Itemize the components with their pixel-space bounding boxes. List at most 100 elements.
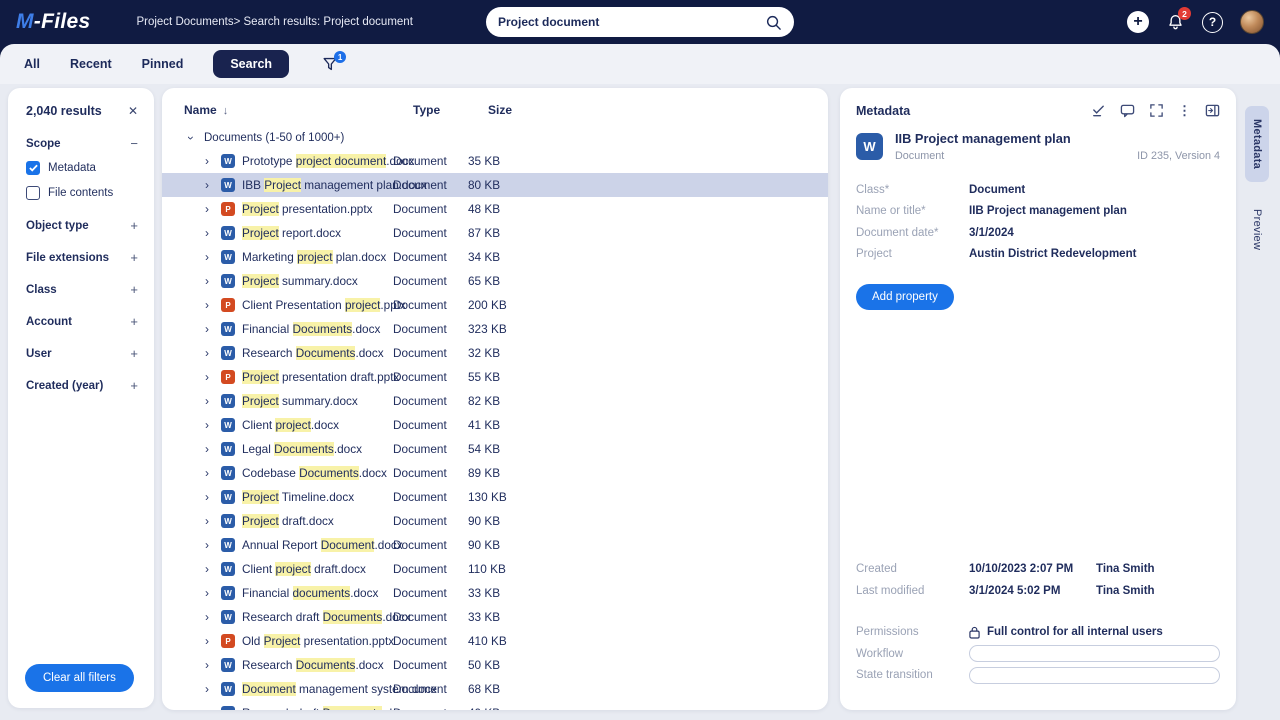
expand-icon[interactable]: + [130,219,138,232]
chevron-right-icon[interactable]: › [205,562,216,576]
field-value[interactable]: IIB Project management plan [969,205,1127,217]
chevron-right-icon[interactable]: › [205,202,216,216]
filter-section-header[interactable]: User+ [26,347,138,360]
fullscreen-icon[interactable] [1149,103,1164,118]
expand-icon[interactable]: + [130,283,138,296]
file-row[interactable]: ›WProject summary.docxDocument82 KB [162,389,828,413]
notifications-button[interactable]: 2 [1166,12,1185,32]
chevron-right-icon[interactable]: › [205,442,216,456]
create-new-icon[interactable]: + [1127,11,1149,33]
state-transition-input[interactable] [969,667,1220,684]
file-row[interactable]: ›WCodebase Documents.docxDocument89 KB [162,461,828,485]
checkbox-checked[interactable] [26,161,40,175]
tab-search[interactable]: Search [213,50,289,78]
chevron-right-icon[interactable]: › [205,706,216,710]
file-row[interactable]: ›WResearch Documents.docxDocument32 KB [162,341,828,365]
file-row[interactable]: ›WClient project.docxDocument41 KB [162,413,828,437]
chevron-right-icon[interactable]: › [205,394,216,408]
file-row[interactable]: ›WPrototype project document.docxDocumen… [162,149,828,173]
add-property-button[interactable]: Add property [856,284,954,310]
filter-section-header[interactable]: Object type+ [26,219,138,232]
user-avatar[interactable] [1240,10,1264,34]
chevron-right-icon[interactable]: › [205,250,216,264]
sort-descending-icon[interactable]: ↓ [223,105,229,117]
chevron-right-icon[interactable]: › [205,298,216,312]
file-row[interactable]: ›WClient project draft.docxDocument110 K… [162,557,828,581]
file-row[interactable]: ›POld Project presentation.pptxDocument4… [162,629,828,653]
chevron-right-icon[interactable]: › [205,682,216,696]
chevron-right-icon[interactable]: › [205,346,216,360]
filter-section-header[interactable]: Created (year)+ [26,379,138,392]
chevron-right-icon[interactable]: › [205,490,216,504]
mfiles-logo[interactable]: M-Files [16,10,90,34]
expand-icon[interactable]: + [130,315,138,328]
chevron-right-icon[interactable]: › [205,538,216,552]
chevron-right-icon[interactable]: › [205,418,216,432]
expand-icon[interactable]: + [130,251,138,264]
search-box[interactable] [486,7,794,37]
collapse-icon[interactable]: − [130,137,138,150]
filter-section-header[interactable]: Account+ [26,315,138,328]
file-row[interactable]: ›WLegal Documents.docxDocument54 KB [162,437,828,461]
column-name[interactable]: Name↓ [182,103,413,117]
file-row[interactable]: ›WResearch draft Documents.docxDocument3… [162,605,828,629]
filter-section-header[interactable]: Class+ [26,283,138,296]
expand-icon[interactable]: + [130,347,138,360]
expand-icon[interactable]: + [130,379,138,392]
chevron-right-icon[interactable]: › [205,514,216,528]
group-header[interactable]: › Documents (1-50 of 1000+) [162,126,828,149]
file-row[interactable]: ›WIBB Project management plan.docxDocume… [162,173,828,197]
file-row[interactable]: ›WFinancial Documents.docxDocument323 KB [162,317,828,341]
breadcrumb[interactable]: Project Documents> Search results: Proje… [136,16,412,28]
file-row[interactable]: ›WMarketing project plan.docxDocument34 … [162,245,828,269]
rail-tab-metadata[interactable]: Metadata [1245,106,1269,182]
file-row[interactable]: ›WAnnual Report Document.docxDocument90 … [162,533,828,557]
chevron-right-icon[interactable]: › [205,226,216,240]
file-row[interactable]: ›WResearch draft Documents.docxDocument4… [162,701,828,710]
check-in-icon[interactable] [1091,103,1106,118]
field-value[interactable]: Austin District Redevelopment [969,248,1136,260]
file-row[interactable]: ›WFinancial documents.docxDocument33 KB [162,581,828,605]
file-row[interactable]: ›PProject presentation draft.pptxDocumen… [162,365,828,389]
field-value[interactable]: 3/1/2024 [969,227,1014,239]
search-input[interactable] [498,15,765,29]
tab-recent[interactable]: Recent [70,57,112,71]
filter-button[interactable]: 1 [321,55,339,73]
chevron-right-icon[interactable]: › [205,274,216,288]
chevron-down-icon[interactable]: › [184,132,198,144]
clear-all-filters-button[interactable]: Clear all filters [25,664,134,692]
chevron-right-icon[interactable]: › [205,178,216,192]
close-icon[interactable]: ✕ [128,104,138,118]
workflow-input[interactable] [969,645,1220,662]
column-size[interactable]: Size [488,103,828,117]
file-row[interactable]: ›WResearch Documents.docxDocument50 KB [162,653,828,677]
chevron-right-icon[interactable]: › [205,634,216,648]
file-row[interactable]: ›WProject draft.docxDocument90 KB [162,509,828,533]
filter-section-header[interactable]: Scope− [26,137,138,150]
tab-pinned[interactable]: Pinned [142,57,184,71]
file-row[interactable]: ›WProject report.docxDocument87 KB [162,221,828,245]
checkbox-option-file-contents[interactable]: File contents [26,186,138,200]
file-row[interactable]: ›PProject presentation.pptxDocument48 KB [162,197,828,221]
chevron-right-icon[interactable]: › [205,658,216,672]
comment-icon[interactable] [1120,103,1135,118]
file-row[interactable]: ›WProject summary.docxDocument65 KB [162,269,828,293]
hide-panel-icon[interactable] [1205,103,1220,118]
file-row[interactable]: ›PClient Presentation project.pptxDocume… [162,293,828,317]
checkbox-option-metadata[interactable]: Metadata [26,161,138,175]
field-value[interactable]: Document [969,184,1025,196]
file-row[interactable]: ›WProject Timeline.docxDocument130 KB [162,485,828,509]
rail-tab-preview[interactable]: Preview [1245,196,1269,263]
more-options-icon[interactable]: ⋮ [1178,104,1191,117]
checkbox-unchecked[interactable] [26,186,40,200]
filter-section-header[interactable]: File extensions+ [26,251,138,264]
search-icon[interactable] [765,14,782,31]
chevron-right-icon[interactable]: › [205,154,216,168]
chevron-right-icon[interactable]: › [205,586,216,600]
chevron-right-icon[interactable]: › [205,466,216,480]
chevron-right-icon[interactable]: › [205,370,216,384]
help-icon[interactable]: ? [1202,12,1223,33]
chevron-right-icon[interactable]: › [205,322,216,336]
chevron-right-icon[interactable]: › [205,610,216,624]
column-type[interactable]: Type [413,103,488,117]
